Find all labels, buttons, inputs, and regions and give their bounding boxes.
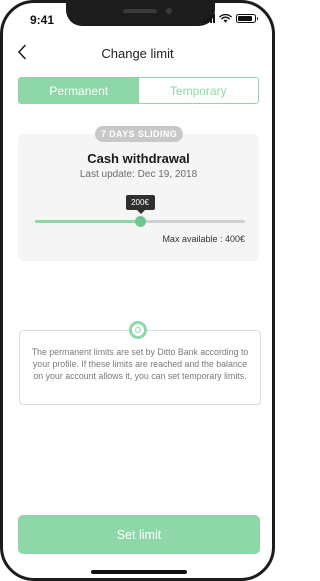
- home-indicator: [91, 570, 187, 574]
- slider-track[interactable]: [35, 216, 245, 227]
- signal-icon: [204, 13, 215, 23]
- speaker-grille: [123, 9, 157, 13]
- limit-title: Cash withdrawal: [87, 151, 190, 166]
- phone-frame: 9:41 Change limit Permanent Temporary 7 …: [0, 0, 275, 581]
- max-available: Max available : 400€: [162, 234, 245, 244]
- set-limit-button[interactable]: Set limit: [18, 515, 260, 554]
- page-title: Change limit: [101, 46, 174, 61]
- last-update: Last update: Dec 19, 2018: [79, 169, 198, 180]
- battery-icon: [236, 14, 258, 23]
- info-ring-icon: [129, 321, 147, 339]
- status-time: 9:41: [30, 13, 55, 27]
- info-box: The permanent limits are set by Ditto Ba…: [19, 330, 261, 405]
- limit-card: 7 DAYS SLIDING Cash withdrawal Last upda…: [18, 126, 259, 261]
- tab-temporary[interactable]: Temporary: [138, 78, 258, 103]
- front-camera: [166, 8, 172, 14]
- info-text: The permanent limits are set by Ditto Ba…: [31, 347, 249, 381]
- limit-type-toggle: Permanent Temporary: [18, 77, 259, 104]
- slider-thumb[interactable]: [135, 216, 146, 227]
- status-icons: [204, 13, 258, 23]
- tab-permanent[interactable]: Permanent: [19, 78, 139, 103]
- period-badge: 7 DAYS SLIDING: [95, 126, 183, 142]
- nav-bar: Change limit: [3, 39, 272, 67]
- slider-value-tooltip: 200€: [125, 195, 155, 214]
- slider-fill: [35, 220, 140, 223]
- notch: [66, 3, 215, 26]
- wifi-icon: [219, 14, 232, 23]
